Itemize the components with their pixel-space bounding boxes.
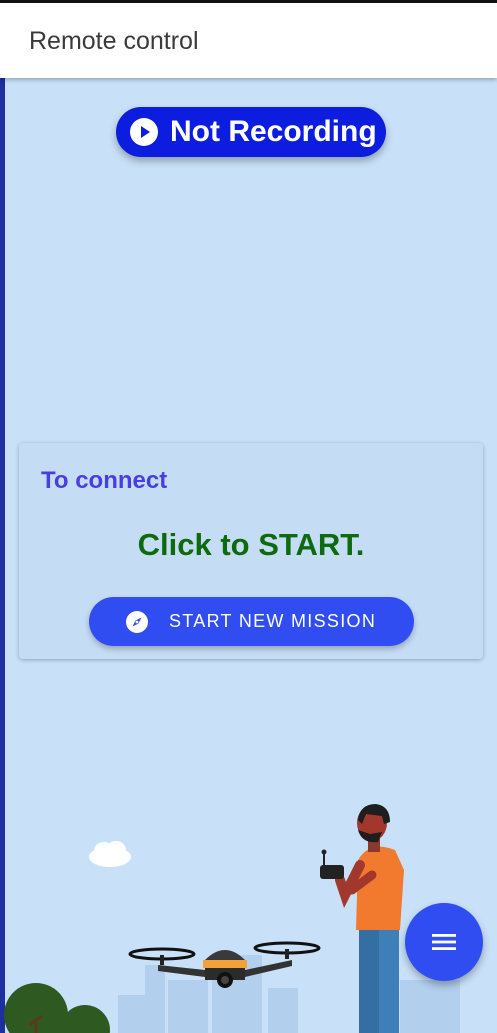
trees-shape [4, 983, 110, 1033]
app-bar: Remote control [0, 0, 497, 78]
recording-status-button[interactable]: Not Recording [116, 107, 386, 157]
cloud-shape [89, 841, 131, 867]
menu-fab-button[interactable] [405, 903, 483, 981]
drone-pilot-illustration [4, 804, 460, 1033]
compass-icon [126, 611, 148, 633]
play-circle-icon [130, 118, 158, 146]
start-new-mission-button[interactable]: START NEW MISSION [89, 597, 414, 646]
pilot-person-shape [320, 804, 404, 1033]
recording-status-label: Not Recording [170, 115, 377, 148]
menu-icon [432, 934, 456, 950]
start-instruction: Click to START. [137, 527, 365, 562]
app-title: Remote control [29, 27, 199, 55]
connect-card: To connect Click to START. START NEW MIS… [19, 443, 483, 659]
start-new-mission-label: START NEW MISSION [169, 611, 377, 631]
card-heading: To connect [41, 467, 168, 494]
